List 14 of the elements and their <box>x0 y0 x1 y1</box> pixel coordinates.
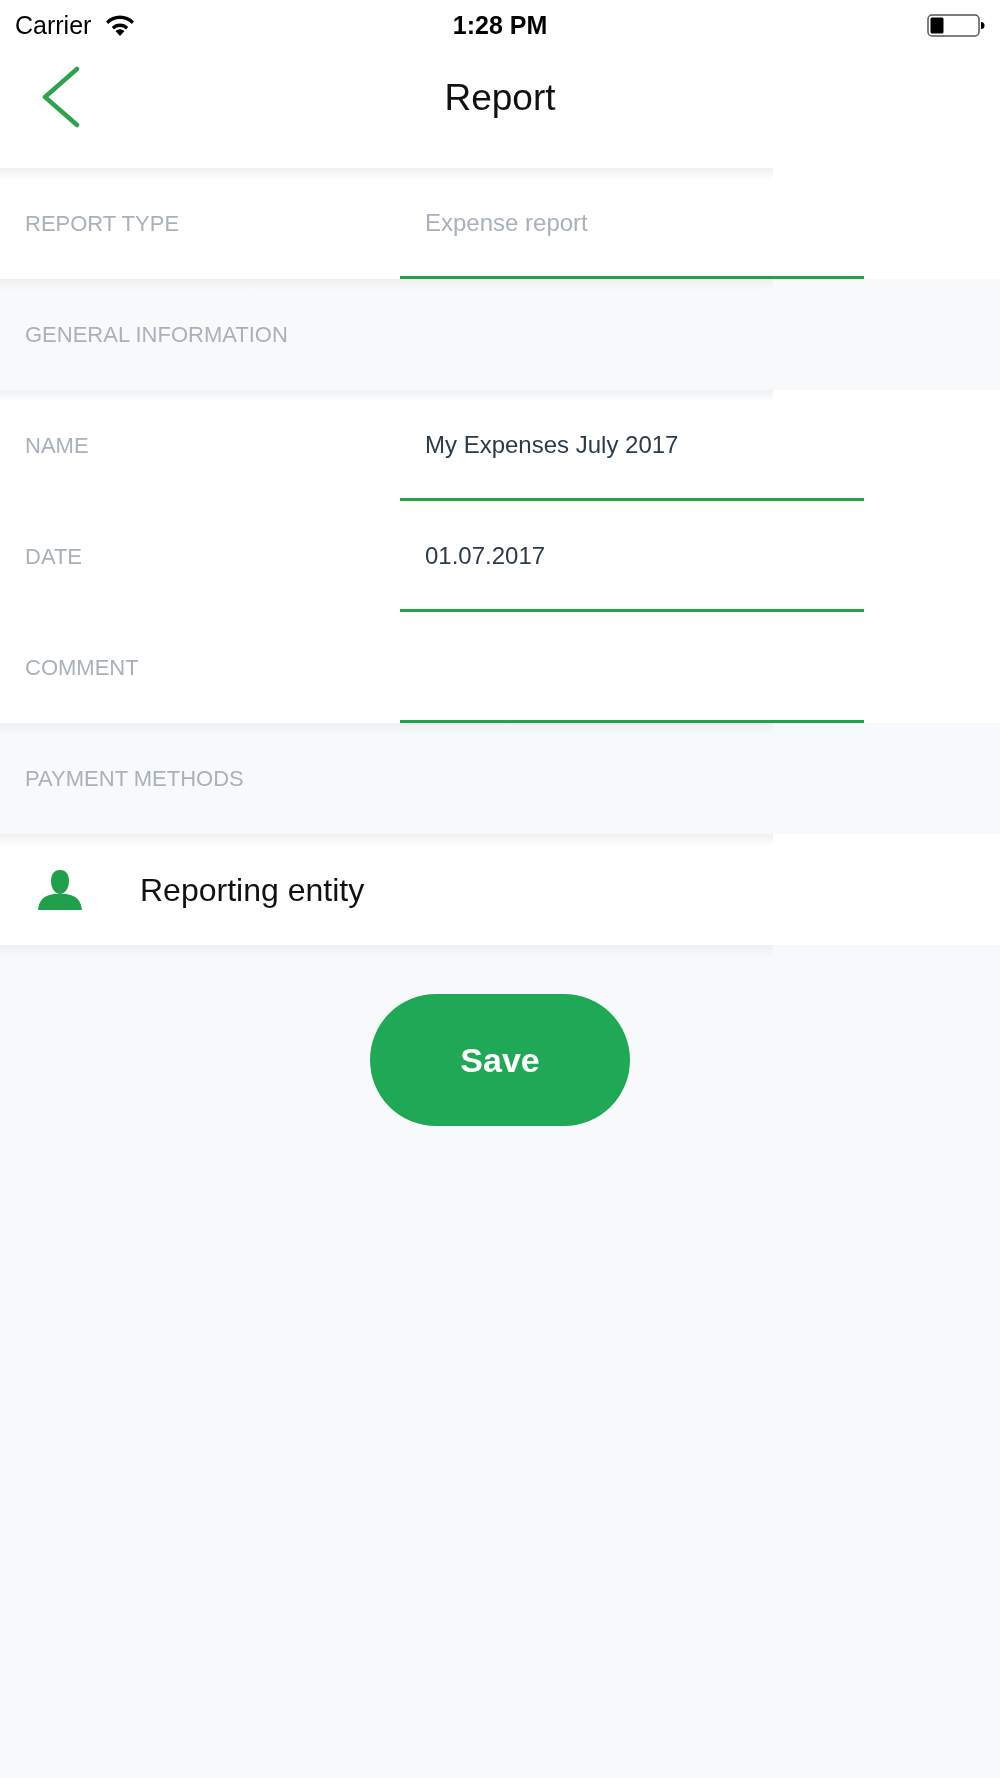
person-icon <box>38 869 82 910</box>
carrier-label: Carrier <box>15 12 92 38</box>
section-title: GENERAL INFORMATION <box>25 323 288 346</box>
field-label: COMMENT <box>25 656 139 679</box>
field-label: REPORT TYPE <box>25 212 180 235</box>
page-title: Report <box>444 78 556 116</box>
wifi-icon <box>105 14 136 36</box>
section-title: PAYMENT METHODS <box>25 767 244 790</box>
status-time: 1:28 PM <box>452 12 548 38</box>
battery-icon <box>927 13 985 37</box>
field-label: DATE <box>25 545 83 568</box>
list-item[interactable]: Reporting entity <box>0 834 1000 945</box>
chevron-left-icon <box>42 66 80 128</box>
field-label: NAME <box>25 434 89 457</box>
